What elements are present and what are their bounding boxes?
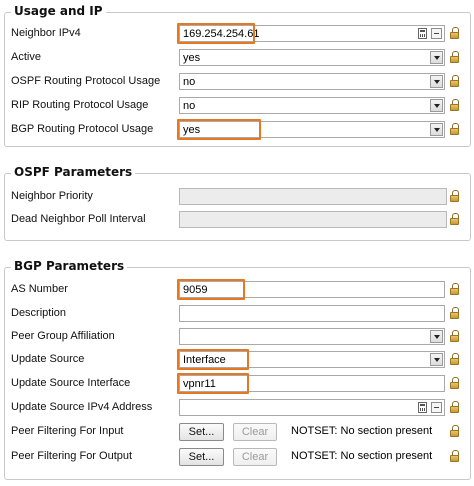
lock-icon[interactable] xyxy=(450,27,459,39)
filter-output-clear-button[interactable]: Clear xyxy=(233,448,277,466)
description-input[interactable] xyxy=(179,305,445,322)
filter-output-status: NOTSET: No section present xyxy=(291,450,433,462)
dropdown-arrow-icon[interactable] xyxy=(430,75,443,88)
ospf-usage-row: OSPF Routing Protocol Usage no xyxy=(5,72,470,92)
usage-and-ip-title: Usage and IP xyxy=(11,4,106,18)
peer-group-select[interactable] xyxy=(179,328,445,345)
ospf-usage-select[interactable]: no xyxy=(179,73,445,90)
update-source-row: Update Source Interface xyxy=(5,349,470,370)
update-source-interface-row: Update Source Interface vpnr11 xyxy=(5,373,470,394)
neighbor-ipv4-label: Neighbor IPv4 xyxy=(11,27,81,39)
dropdown-arrow-icon[interactable] xyxy=(430,51,443,64)
bgp-parameters-group: BGP Parameters AS Number 9059 Descriptio… xyxy=(4,259,471,480)
bgp-usage-select[interactable]: yes xyxy=(179,121,445,138)
lock-icon[interactable] xyxy=(450,99,459,111)
rip-usage-value: no xyxy=(183,100,196,112)
calculator-icon[interactable] xyxy=(418,28,427,39)
lock-icon[interactable] xyxy=(450,401,459,413)
update-source-ipv4-input[interactable] xyxy=(179,399,445,416)
active-select[interactable]: yes xyxy=(179,49,445,66)
peer-group-row: Peer Group Affiliation xyxy=(5,327,470,347)
active-value: yes xyxy=(183,52,201,64)
remove-icon[interactable] xyxy=(431,28,442,39)
filter-input-status: NOTSET: No section present xyxy=(291,425,433,437)
lock-icon[interactable] xyxy=(450,123,459,135)
update-source-label: Update Source xyxy=(11,353,85,365)
as-number-label: AS Number xyxy=(11,283,68,295)
update-source-interface-label: Update Source Interface xyxy=(11,377,131,389)
bgp-parameters-title: BGP Parameters xyxy=(11,259,128,273)
lock-icon[interactable] xyxy=(450,330,459,342)
neighbor-ipv4-row: Neighbor IPv4 169.254.254.61 xyxy=(5,23,470,44)
neighbor-priority-label: Neighbor Priority xyxy=(11,190,93,202)
remove-icon[interactable] xyxy=(431,402,442,413)
filter-input-label: Peer Filtering For Input xyxy=(11,425,124,437)
lock-icon[interactable] xyxy=(450,190,459,202)
ospf-parameters-group: OSPF Parameters Neighbor Priority Dead N… xyxy=(4,165,471,241)
usage-and-ip-group: Usage and IP Neighbor IPv4 169.254.254.6… xyxy=(4,4,471,147)
lock-icon[interactable] xyxy=(450,377,459,389)
dead-interval-label: Dead Neighbor Poll Interval xyxy=(11,213,146,225)
update-source-value: Interface xyxy=(183,354,226,366)
update-source-ipv4-label: Update Source IPv4 Address xyxy=(11,401,153,413)
filter-output-set-button[interactable]: Set... xyxy=(179,448,224,466)
dead-interval-input[interactable] xyxy=(179,211,447,228)
rip-usage-label: RIP Routing Protocol Usage xyxy=(11,99,149,111)
update-source-interface-value: vpnr11 xyxy=(183,378,216,390)
rip-usage-select[interactable]: no xyxy=(179,97,445,114)
update-source-interface-input[interactable]: vpnr11 xyxy=(179,375,445,392)
bgp-usage-label: BGP Routing Protocol Usage xyxy=(11,123,154,135)
filter-input-row: Peer Filtering For Input Set... Clear NO… xyxy=(5,422,470,442)
filter-input-clear-button[interactable]: Clear xyxy=(233,423,277,441)
lock-icon[interactable] xyxy=(450,450,459,462)
lock-icon[interactable] xyxy=(450,283,459,295)
neighbor-priority-row: Neighbor Priority xyxy=(5,187,470,207)
dropdown-arrow-icon[interactable] xyxy=(430,99,443,112)
neighbor-ipv4-input[interactable]: 169.254.254.61 xyxy=(179,25,445,42)
neighbor-priority-input[interactable] xyxy=(179,188,447,205)
dropdown-arrow-icon[interactable] xyxy=(430,353,443,366)
dead-interval-row: Dead Neighbor Poll Interval xyxy=(5,210,470,230)
update-source-select[interactable]: Interface xyxy=(179,351,445,368)
update-source-ipv4-row: Update Source IPv4 Address xyxy=(5,398,470,418)
lock-icon[interactable] xyxy=(450,213,459,225)
bgp-usage-row: BGP Routing Protocol Usage yes xyxy=(5,119,470,140)
filter-output-row: Peer Filtering For Output Set... Clear N… xyxy=(5,447,470,467)
description-row: Description xyxy=(5,304,470,324)
neighbor-ipv4-value: 169.254.254.61 xyxy=(183,28,260,40)
rip-usage-row: RIP Routing Protocol Usage no xyxy=(5,96,470,116)
active-label: Active xyxy=(11,51,41,63)
lock-icon[interactable] xyxy=(450,353,459,365)
ospf-parameters-title: OSPF Parameters xyxy=(11,165,136,179)
ospf-usage-value: no xyxy=(183,76,196,88)
filter-input-set-button[interactable]: Set... xyxy=(179,423,224,441)
as-number-value: 9059 xyxy=(183,284,208,296)
as-number-row: AS Number 9059 xyxy=(5,279,470,300)
peer-group-label: Peer Group Affiliation xyxy=(11,330,115,342)
lock-icon[interactable] xyxy=(450,51,459,63)
bgp-usage-value: yes xyxy=(183,124,201,136)
active-row: Active yes xyxy=(5,48,470,68)
as-number-input[interactable]: 9059 xyxy=(179,281,445,298)
dropdown-arrow-icon[interactable] xyxy=(430,330,443,343)
filter-output-label: Peer Filtering For Output xyxy=(11,450,133,462)
lock-icon[interactable] xyxy=(450,307,459,319)
calculator-icon[interactable] xyxy=(418,402,427,413)
dropdown-arrow-icon[interactable] xyxy=(430,123,443,136)
ospf-usage-label: OSPF Routing Protocol Usage xyxy=(11,75,161,87)
lock-icon[interactable] xyxy=(450,425,459,437)
description-label: Description xyxy=(11,307,67,319)
lock-icon[interactable] xyxy=(450,75,459,87)
